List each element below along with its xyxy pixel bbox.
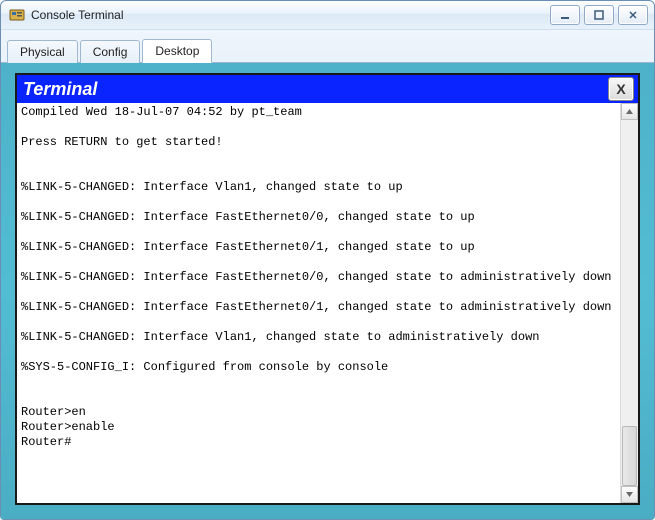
- window-controls: [546, 5, 648, 25]
- terminal-close-button[interactable]: X: [608, 77, 634, 101]
- maximize-button[interactable]: [584, 5, 614, 25]
- scroll-up-button[interactable]: [621, 103, 638, 120]
- tab-config[interactable]: Config: [80, 40, 141, 63]
- tab-desktop[interactable]: Desktop: [142, 39, 212, 63]
- scroll-track[interactable]: [621, 120, 638, 486]
- app-icon: [9, 7, 25, 23]
- terminal-window: Terminal X Compiled Wed 18-Jul-07 04:52 …: [15, 73, 640, 505]
- terminal-body-wrap: Compiled Wed 18-Jul-07 04:52 by pt_team …: [17, 103, 638, 503]
- minimize-button[interactable]: [550, 5, 580, 25]
- window-title: Console Terminal: [31, 8, 546, 22]
- titlebar[interactable]: Console Terminal: [1, 1, 654, 30]
- terminal-scrollbar[interactable]: [620, 103, 638, 503]
- tabbar: Physical Config Desktop: [1, 30, 654, 63]
- terminal-output[interactable]: Compiled Wed 18-Jul-07 04:52 by pt_team …: [17, 103, 620, 503]
- terminal-titlebar[interactable]: Terminal X: [17, 75, 638, 103]
- close-button[interactable]: [618, 5, 648, 25]
- scroll-down-button[interactable]: [621, 486, 638, 503]
- desktop-area: Terminal X Compiled Wed 18-Jul-07 04:52 …: [1, 63, 654, 519]
- app-window: Console Terminal Physical Config Desktop…: [0, 0, 655, 520]
- tab-physical[interactable]: Physical: [7, 40, 78, 63]
- scroll-thumb[interactable]: [622, 426, 637, 486]
- terminal-title: Terminal: [23, 79, 608, 100]
